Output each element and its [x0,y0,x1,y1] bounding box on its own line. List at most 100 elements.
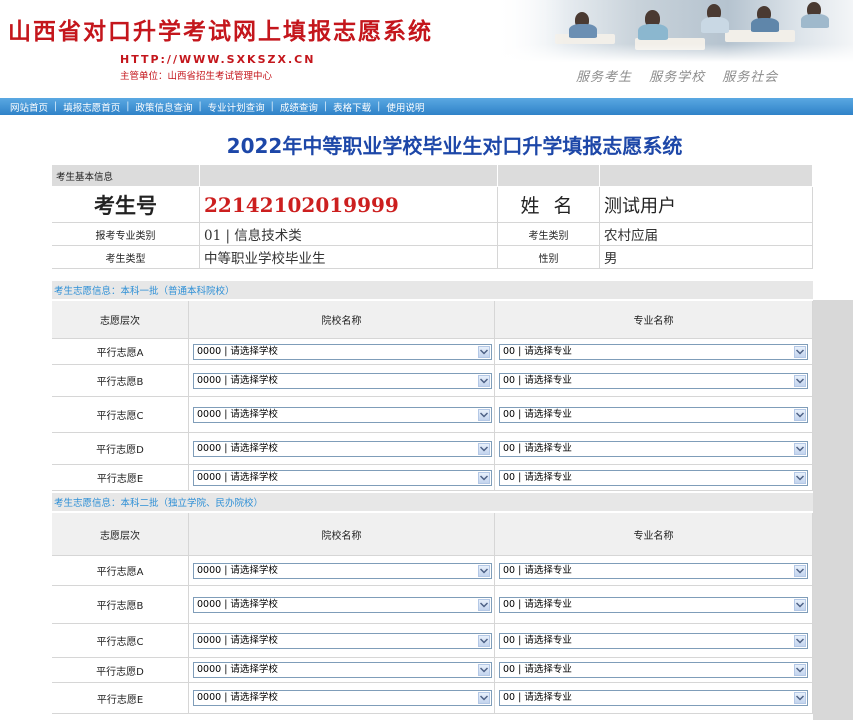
batch2-row-c: 平行志愿C 0000 | 请选择学校 00 | 请选择专业 [52,624,813,658]
chevron-down-icon[interactable] [478,692,490,704]
slogan: 服务考生 服务学校 服务社会 [576,70,779,85]
chevron-down-icon[interactable] [478,564,490,577]
basic-info-row: 考生号 22142102019999 姓 名 测试用户 [52,187,813,223]
col-level-header: 志愿层次 [52,513,189,556]
col-major-header: 专业名称 [495,513,813,556]
chevron-down-icon[interactable] [478,374,490,387]
basic-info-header: 考生基本信息 [52,165,813,187]
major-select[interactable]: 00 | 请选择专业 [499,562,808,579]
school-select[interactable]: 0000 | 请选择学校 [193,690,492,706]
batch1-row-d: 平行志愿D 0000 | 请选择学校 00 | 请选择专业 [52,433,813,465]
school-select[interactable]: 0000 | 请选择学校 [193,440,492,457]
chevron-down-icon[interactable] [478,345,490,358]
chevron-down-icon[interactable] [794,564,806,577]
school-select[interactable]: 0000 | 请选择学校 [193,562,492,579]
nav-major-plan[interactable]: 专业计划查询 [208,100,265,114]
chevron-down-icon[interactable] [794,664,806,676]
school-select[interactable]: 0000 | 请选择学校 [193,406,492,423]
basic-info-label: 考生基本信息 [56,171,114,183]
major-select[interactable]: 00 | 请选择专业 [499,372,808,389]
chevron-down-icon[interactable] [794,345,806,358]
chevron-down-icon[interactable] [794,692,806,704]
major-category-label: 报考专业类别 [52,223,200,246]
student-name: 测试用户 [600,187,813,223]
chevron-down-icon[interactable] [478,598,490,611]
nav-form-download[interactable]: 表格下载 [333,100,371,114]
preference-label: 平行志愿A [52,339,189,365]
exam-number: 22142102019999 [200,187,498,223]
site-header: 山西省对口升学考试网上填报志愿系统 HTTP://WWW.SXKSZX.CN 主… [0,0,853,92]
batch1-row-e: 平行志愿E 0000 | 请选择学校 00 | 请选择专业 [52,465,813,491]
student-category: 农村应届 [600,223,813,246]
chevron-down-icon[interactable] [478,408,490,421]
chevron-down-icon[interactable] [478,664,490,676]
student-type: 中等职业学校毕业生 [200,246,498,269]
major-select[interactable]: 00 | 请选择专业 [499,440,808,457]
batch2-row-e: 平行志愿E 0000 | 请选择学校 00 | 请选择专业 [52,683,813,714]
site-title: 山西省对口升学考试网上填报志愿系统 [8,19,433,45]
chevron-down-icon[interactable] [478,634,490,647]
batch2-table-header: 志愿层次 院校名称 专业名称 [52,513,813,556]
exam-number-label: 考生号 [52,187,200,223]
batch1-table-header: 志愿层次 院校名称 专业名称 [52,301,813,339]
school-select[interactable]: 0000 | 请选择学校 [193,632,492,649]
batch2-section-label: 考生志愿信息：本科二批（独立学院、民办院校） [52,493,813,511]
major-category: 01 | 信息技术类 [200,223,498,246]
school-select[interactable]: 0000 | 请选择学校 [193,596,492,613]
col-level-header: 志愿层次 [52,301,189,339]
major-select[interactable]: 00 | 请选择专业 [499,690,808,706]
preference-label: 平行志愿A [52,556,189,586]
nav-user-guide[interactable]: 使用说明 [386,100,424,114]
basic-info-row: 考生类型 中等职业学校毕业生 性别 男 [52,246,813,269]
col-school-header: 院校名称 [189,513,495,556]
batch1-section-label: 考生志愿信息：本科一批（普通本科院校） [52,281,813,299]
student-type-label: 考生类型 [52,246,200,269]
batch2-row-a: 平行志愿A 0000 | 请选择学校 00 | 请选择专业 [52,556,813,586]
nav-score-query[interactable]: 成绩查询 [280,100,318,114]
preference-label: 平行志愿C [52,624,189,658]
student-category-label: 考生类别 [498,223,600,246]
preference-label: 平行志愿E [52,683,189,714]
major-select[interactable]: 00 | 请选择专业 [499,469,808,486]
chevron-down-icon[interactable] [794,634,806,647]
preference-label: 平行志愿D [52,658,189,683]
application-form: 考生基本信息 考生号 22142102019999 姓 名 测试用户 报考专业类… [52,165,853,720]
name-label: 姓 名 [498,187,600,223]
batch1-row-c: 平行志愿C 0000 | 请选择学校 00 | 请选择专业 [52,397,813,433]
chevron-down-icon[interactable] [794,374,806,387]
chevron-down-icon[interactable] [794,598,806,611]
school-select[interactable]: 0000 | 请选择学校 [193,662,492,678]
main-nav: 网站首页 | 填报志愿首页 | 政策信息查询 | 专业计划查询 | 成绩查询 |… [0,98,853,115]
preference-label: 平行志愿C [52,397,189,433]
nav-home[interactable]: 网站首页 [10,100,48,114]
chevron-down-icon[interactable] [794,442,806,455]
site-org: 主管单位：山西省招生考试管理中心 [120,71,273,82]
batch1-row-a: 平行志愿A 0000 | 请选择学校 00 | 请选择专业 [52,339,813,365]
col-major-header: 专业名称 [495,301,813,339]
preference-label: 平行志愿E [52,465,189,491]
major-select[interactable]: 00 | 请选择专业 [499,662,808,678]
chevron-down-icon[interactable] [478,442,490,455]
batch2-row-b: 平行志愿B 0000 | 请选择学校 00 | 请选择专业 [52,586,813,624]
gender: 男 [600,246,813,269]
preference-label: 平行志愿B [52,586,189,624]
major-select[interactable]: 00 | 请选择专业 [499,343,808,360]
col-school-header: 院校名称 [189,301,495,339]
school-select[interactable]: 0000 | 请选择学校 [193,372,492,389]
nav-application-home[interactable]: 填报志愿首页 [63,100,120,114]
school-select[interactable]: 0000 | 请选择学校 [193,343,492,360]
page-title: 2022年中等职业学校毕业生对口升学填报志愿系统 [226,134,683,158]
major-select[interactable]: 00 | 请选择专业 [499,596,808,613]
batch2-row-d: 平行志愿D 0000 | 请选择学校 00 | 请选择专业 [52,658,813,683]
major-select[interactable]: 00 | 请选择专业 [499,632,808,649]
nav-policy-info[interactable]: 政策信息查询 [135,100,192,114]
gender-label: 性别 [498,246,600,269]
basic-info-row: 报考专业类别 01 | 信息技术类 考生类别 农村应届 [52,223,813,246]
site-url[interactable]: HTTP://WWW.SXKSZX.CN [120,53,315,66]
preference-label: 平行志愿D [52,433,189,465]
school-select[interactable]: 0000 | 请选择学校 [193,469,492,486]
chevron-down-icon[interactable] [794,471,806,484]
chevron-down-icon[interactable] [794,408,806,421]
major-select[interactable]: 00 | 请选择专业 [499,406,808,423]
chevron-down-icon[interactable] [478,471,490,484]
